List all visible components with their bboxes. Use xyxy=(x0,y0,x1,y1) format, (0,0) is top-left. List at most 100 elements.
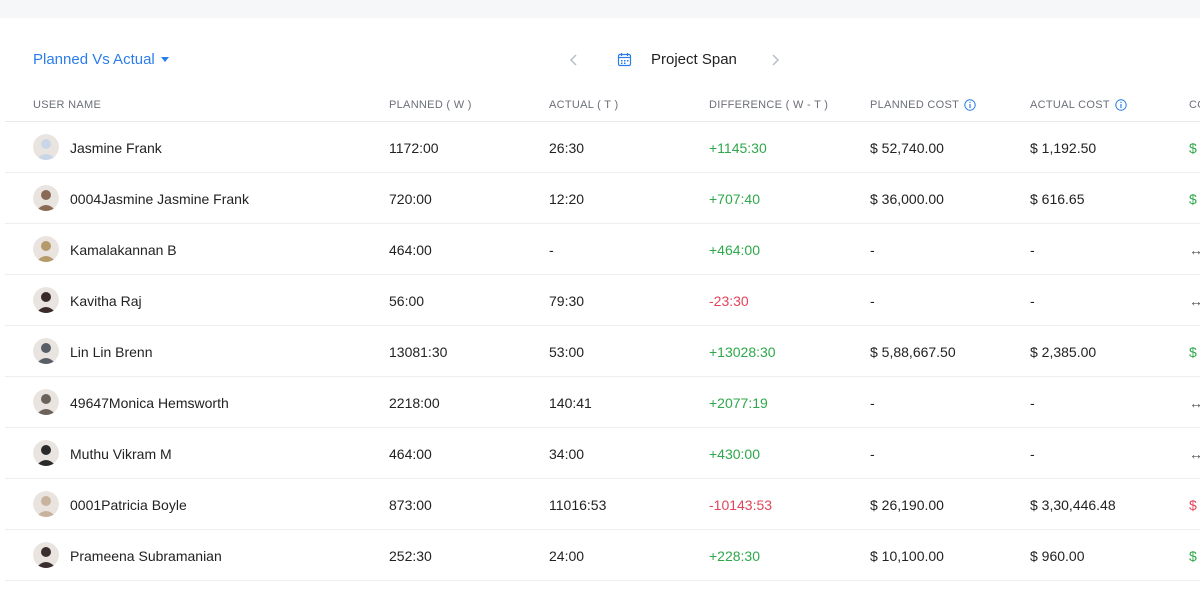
cost-difference-value: ↔ xyxy=(1189,293,1200,309)
avatar xyxy=(33,389,59,415)
user-name: Lin Lin Brenn xyxy=(70,344,153,360)
avatar xyxy=(33,185,59,211)
actual-cost-value: $ 616.65 xyxy=(1030,191,1085,207)
difference-value: -10143:53 xyxy=(709,497,773,513)
table-row[interactable]: Lin Lin Brenn 13081:30 53:00 +13028:30 $ 5,8… xyxy=(5,326,1200,377)
user-name: 49647Monica Hemsworth xyxy=(70,395,229,411)
table-row[interactable]: Jasmine Frank 1172:00 26:30 +1145:30 $ 52,74… xyxy=(5,122,1200,173)
table-row[interactable]: Muthu Vikram M 464:00 34:00 +430:00 - - ↔ xyxy=(5,428,1200,479)
actual-value: 79:30 xyxy=(549,293,585,309)
table-row[interactable]: Prameena Subramanian 252:30 24:00 +228:30 $ … xyxy=(5,530,1200,581)
planned-value: 464:00 xyxy=(389,446,432,462)
info-icon[interactable] xyxy=(964,99,976,111)
caret-down-icon xyxy=(160,57,169,62)
difference-value: -23:30 xyxy=(709,293,749,309)
table-header: USER NAME PLANNED ( W ) ACTUAL ( T ) DIF… xyxy=(5,88,1200,122)
planned-cost-value: - xyxy=(870,446,875,462)
cost-difference-value: $ xyxy=(1189,497,1197,513)
difference-value: +707:40 xyxy=(709,191,760,207)
table-row[interactable]: 49647Monica Hemsworth 2218:00 140:41 +2077:… xyxy=(5,377,1200,428)
chevron-left-icon xyxy=(569,54,577,66)
actual-cost-value: - xyxy=(1030,293,1035,309)
actual-cost-value: $ 2,385.00 xyxy=(1030,344,1097,360)
planned-value: 1172:00 xyxy=(389,140,439,156)
avatar xyxy=(33,338,59,364)
actual-cost-value: $ 1,192.50 xyxy=(1030,140,1097,156)
planned-value: 56:00 xyxy=(389,293,425,309)
next-period-button[interactable] xyxy=(765,50,785,70)
planned-cost-value: $ 26,190.00 xyxy=(870,497,944,513)
actual-value: 53:00 xyxy=(549,344,585,360)
column-header-user-name[interactable]: USER NAME xyxy=(33,99,101,111)
planned-cost-value: - xyxy=(870,395,875,411)
actual-cost-value: $ 960.00 xyxy=(1030,548,1085,564)
avatar xyxy=(33,287,59,313)
top-strip xyxy=(0,0,1200,18)
cost-difference-value: $ xyxy=(1189,140,1197,156)
difference-value: +13028:30 xyxy=(709,344,776,360)
user-name: Prameena Subramanian xyxy=(70,548,222,564)
planned-value: 2218:00 xyxy=(389,395,440,411)
planned-cost-value: $ 5,88,667.50 xyxy=(870,344,956,360)
actual-value: 26:30 xyxy=(549,140,585,156)
cost-difference-value: $ xyxy=(1189,344,1197,360)
planned-value: 13081:30 xyxy=(389,344,448,360)
user-name: 0001Patricia Boyle xyxy=(70,497,187,513)
planned-value: 464:00 xyxy=(389,242,432,258)
table-row[interactable]: 0001Patricia Boyle 873:00 11016:53 -10143:5… xyxy=(5,479,1200,530)
planned-value: 252:30 xyxy=(389,548,432,564)
column-header-actual[interactable]: ACTUAL ( T ) xyxy=(549,99,618,111)
avatar xyxy=(33,491,59,517)
planned-cost-value: $ 10,100.00 xyxy=(870,548,944,564)
user-name: Muthu Vikram M xyxy=(70,446,172,462)
column-header-planned-cost[interactable]: PLANNED COST xyxy=(870,99,976,111)
user-name: Kavitha Raj xyxy=(70,293,142,309)
table-row[interactable]: Kavitha Raj 56:00 79:30 -23:30 - - ↔ xyxy=(5,275,1200,326)
difference-value: +464:00 xyxy=(709,242,760,258)
actual-value: 140:41 xyxy=(549,395,592,411)
column-header-cost-difference[interactable]: CO xyxy=(1189,99,1200,111)
actual-cost-value: - xyxy=(1030,395,1035,411)
cost-difference-value: ↔ xyxy=(1189,395,1200,411)
difference-value: +430:00 xyxy=(709,446,760,462)
planned-cost-value: $ 36,000.00 xyxy=(870,191,944,207)
table-body: Jasmine Frank 1172:00 26:30 +1145:30 $ 52,74… xyxy=(5,122,1200,581)
planned-value: 873:00 xyxy=(389,497,432,513)
view-selector-dropdown[interactable]: Planned Vs Actual xyxy=(33,51,169,68)
difference-value: +2077:19 xyxy=(709,395,768,411)
view-selector-label: Planned Vs Actual xyxy=(33,51,155,68)
column-header-actual-cost[interactable]: ACTUAL COST xyxy=(1030,99,1127,111)
actual-value: 24:00 xyxy=(549,548,585,564)
planned-value: 720:00 xyxy=(389,191,432,207)
actual-cost-value: - xyxy=(1030,242,1035,258)
table-row[interactable]: 0004Jasmine Jasmine Frank 720:00 12:20 +707… xyxy=(5,173,1200,224)
planned-cost-value: - xyxy=(870,242,875,258)
user-name: 0004Jasmine Jasmine Frank xyxy=(70,191,249,207)
actual-cost-value: $ 3,30,446.48 xyxy=(1030,497,1116,513)
avatar xyxy=(33,542,59,568)
actual-value: - xyxy=(549,242,554,258)
planned-cost-label: PLANNED COST xyxy=(870,99,960,111)
column-header-difference[interactable]: DIFFERENCE ( W - T ) xyxy=(709,99,828,111)
actual-value: 34:00 xyxy=(549,446,585,462)
calendar-icon[interactable] xyxy=(617,52,632,67)
actual-cost-label: ACTUAL COST xyxy=(1030,99,1110,111)
planned-cost-value: - xyxy=(870,293,875,309)
project-span-label[interactable]: Project Span xyxy=(651,51,737,68)
planned-cost-value: $ 52,740.00 xyxy=(870,140,944,156)
chevron-right-icon xyxy=(772,54,780,66)
info-icon[interactable] xyxy=(1115,99,1127,111)
prev-period-button[interactable] xyxy=(564,50,584,70)
actual-value: 12:20 xyxy=(549,191,585,207)
actual-value: 11016:53 xyxy=(549,497,607,513)
planned-vs-actual-table: USER NAME PLANNED ( W ) ACTUAL ( T ) DIF… xyxy=(5,88,1200,581)
user-name: Kamalakannan B xyxy=(70,242,177,258)
actual-cost-value: - xyxy=(1030,446,1035,462)
cost-difference-value: ↔ xyxy=(1189,446,1200,462)
avatar xyxy=(33,236,59,262)
avatar xyxy=(33,134,59,160)
column-header-planned[interactable]: PLANNED ( W ) xyxy=(389,99,472,111)
cost-difference-value: $ xyxy=(1189,548,1197,564)
avatar xyxy=(33,440,59,466)
table-row[interactable]: Kamalakannan B 464:00 - +464:00 - - ↔ xyxy=(5,224,1200,275)
